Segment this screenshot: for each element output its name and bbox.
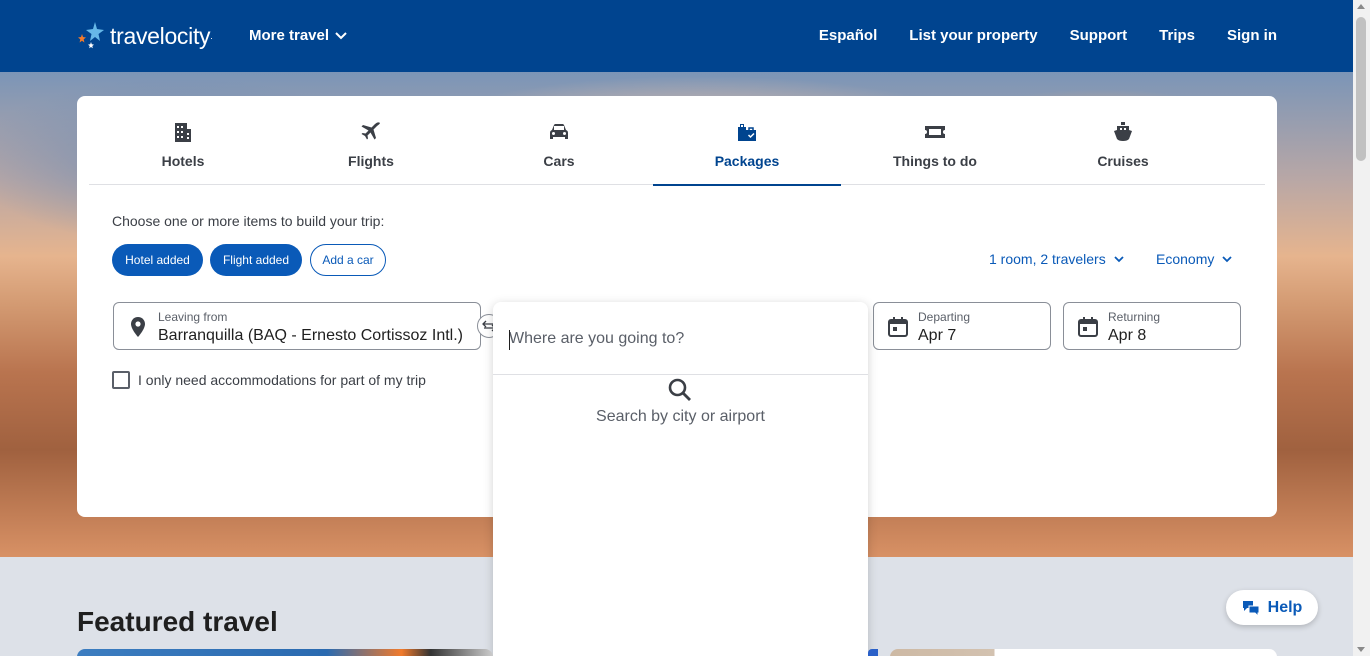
airplane-icon bbox=[359, 120, 383, 144]
more-travel-label: More travel bbox=[249, 27, 330, 44]
departing-label: Departing bbox=[918, 310, 971, 324]
nav-trips[interactable]: Trips bbox=[1159, 27, 1195, 44]
returning-date-field[interactable]: Returning Apr 8 bbox=[1063, 302, 1241, 350]
tab-label: Cars bbox=[543, 153, 575, 169]
departing-value: Apr 7 bbox=[918, 327, 957, 344]
popover-divider bbox=[493, 374, 868, 375]
car-icon bbox=[547, 120, 571, 144]
partial-stay-checkbox-row[interactable]: I only need accommodations for part of m… bbox=[112, 371, 426, 389]
text-caret bbox=[509, 330, 510, 350]
help-button[interactable]: Help bbox=[1226, 590, 1318, 625]
travelers-selector[interactable]: 1 room, 2 travelers bbox=[989, 251, 1124, 267]
search-icon bbox=[668, 378, 691, 401]
luggage-icon bbox=[735, 120, 759, 144]
tab-flights[interactable]: Flights bbox=[277, 96, 465, 185]
hotel-added-button[interactable]: Hotel added bbox=[112, 244, 203, 276]
travelers-label: 1 room, 2 travelers bbox=[989, 251, 1106, 267]
tab-label: Things to do bbox=[893, 153, 977, 169]
featured-card-image[interactable] bbox=[868, 649, 878, 656]
tab-cars[interactable]: Cars bbox=[465, 96, 653, 185]
more-travel-menu[interactable]: More travel bbox=[249, 27, 347, 44]
scroll-thumb[interactable] bbox=[1356, 17, 1366, 161]
calendar-icon bbox=[1078, 317, 1098, 337]
chevron-down-icon bbox=[335, 31, 347, 39]
page-scrollbar[interactable] bbox=[1353, 0, 1370, 656]
tab-label: Cruises bbox=[1097, 153, 1149, 169]
travelocity-logo[interactable]: travelocity . bbox=[76, 18, 213, 54]
departing-date-field[interactable]: Departing Apr 7 bbox=[873, 302, 1051, 350]
leaving-from-label: Leaving from bbox=[158, 310, 228, 324]
returning-value: Apr 8 bbox=[1108, 327, 1147, 344]
returning-label: Returning bbox=[1108, 310, 1161, 324]
star-logo-icon bbox=[78, 22, 104, 49]
location-pin-icon bbox=[131, 317, 145, 337]
tab-cruises[interactable]: Cruises bbox=[1029, 96, 1217, 185]
chat-bubbles-icon bbox=[1242, 600, 1260, 616]
cabin-class-selector[interactable]: Economy bbox=[1156, 251, 1232, 267]
featured-travel-heading: Featured travel bbox=[77, 606, 278, 637]
build-trip-label: Choose one or more items to build your t… bbox=[112, 213, 385, 229]
leaving-from-value: Barranquilla (BAQ - Ernesto Cortissoz In… bbox=[158, 327, 463, 344]
partial-stay-checkbox[interactable] bbox=[112, 371, 130, 389]
tab-label: Flights bbox=[348, 153, 394, 169]
nav-list-your-property[interactable]: List your property bbox=[909, 27, 1037, 44]
tab-things-to-do[interactable]: Things to do bbox=[841, 96, 1029, 185]
scroll-down-arrow[interactable] bbox=[1357, 647, 1365, 652]
ship-icon bbox=[1111, 120, 1135, 144]
product-tabs: Hotels Flights Cars Packages Things to d… bbox=[89, 96, 1265, 186]
tab-packages[interactable]: Packages bbox=[653, 96, 841, 186]
destination-popover: Search by city or airport bbox=[493, 302, 868, 656]
tab-label: Hotels bbox=[161, 153, 205, 169]
add-a-car-button[interactable]: Add a car bbox=[310, 244, 386, 276]
tab-hotels[interactable]: Hotels bbox=[89, 96, 277, 185]
featured-card-image[interactable] bbox=[77, 649, 493, 656]
tab-label: Packages bbox=[714, 153, 780, 169]
cabin-class-label: Economy bbox=[1156, 251, 1215, 267]
nav-sign-in[interactable]: Sign in bbox=[1227, 27, 1277, 44]
nav-espanol[interactable]: Español bbox=[819, 27, 877, 44]
header-nav: Español List your property Support Trips… bbox=[819, 27, 1277, 44]
ticket-icon bbox=[923, 120, 947, 144]
logo-mark: . bbox=[210, 31, 213, 41]
help-label: Help bbox=[1267, 598, 1303, 616]
logo-wordmark: travelocity bbox=[110, 22, 211, 49]
partial-stay-label: I only need accommodations for part of m… bbox=[138, 372, 426, 388]
destination-input[interactable] bbox=[509, 326, 849, 352]
nav-support[interactable]: Support bbox=[1070, 27, 1128, 44]
top-header: travelocity . More travel Español List y… bbox=[0, 0, 1353, 72]
calendar-icon bbox=[888, 317, 908, 337]
scroll-up-arrow[interactable] bbox=[1357, 4, 1365, 9]
building-icon bbox=[171, 120, 195, 144]
featured-card-image[interactable] bbox=[890, 649, 1277, 656]
leaving-from-field[interactable]: Leaving from Barranquilla (BAQ - Ernesto… bbox=[113, 302, 481, 350]
flight-added-button[interactable]: Flight added bbox=[210, 244, 302, 276]
chevron-down-icon bbox=[1114, 255, 1124, 262]
search-hint: Search by city or airport bbox=[596, 408, 765, 425]
chevron-down-icon bbox=[1222, 255, 1232, 262]
